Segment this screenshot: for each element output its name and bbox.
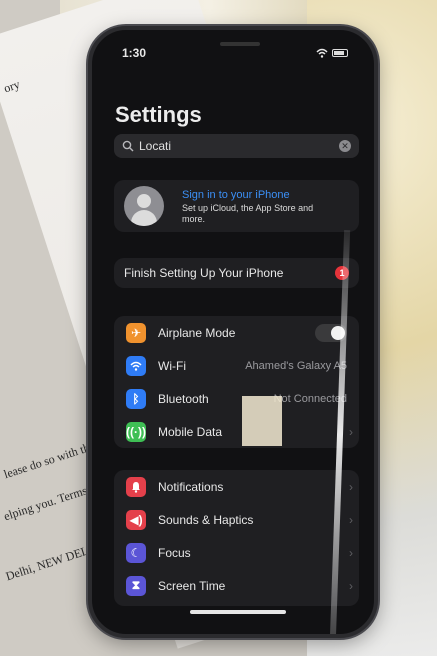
search-field[interactable]: Locati ✕: [114, 134, 359, 158]
page-title: Settings: [115, 102, 202, 127]
antenna-icon: ((·)): [126, 421, 146, 442]
avatar-body: [131, 210, 157, 226]
chevron-right-icon: ›: [349, 578, 353, 593]
light-reflection: [242, 396, 282, 446]
settings-row-wifi[interactable]: Wi-Fi Ahamed's Galaxy A5: [114, 349, 359, 382]
row-label: Bluetooth: [158, 391, 209, 406]
bluetooth-status-value: Not Connected: [273, 392, 347, 405]
sign-in-subtitle: Set up iCloud, the App Store and more.: [182, 203, 314, 224]
settings-row-sounds-haptics[interactable]: ◀) Sounds & Haptics ›: [114, 503, 359, 536]
row-label: Airplane Mode: [158, 325, 236, 340]
row-label: Screen Time: [158, 578, 226, 593]
sign-in-link[interactable]: Sign in to your iPhone: [182, 189, 290, 201]
finish-setup-label: Finish Setting Up Your iPhone: [124, 266, 284, 280]
settings-row-notifications[interactable]: Notifications ›: [114, 470, 359, 503]
wifi-icon: [126, 355, 146, 376]
status-time: 1:30: [122, 46, 147, 60]
bell-icon: [126, 476, 146, 497]
wifi-status-icon: [316, 48, 328, 58]
chevron-right-icon: ›: [349, 512, 353, 527]
connectivity-group: ✈ Airplane Mode Wi-Fi Ahamed's Galaxy A5…: [114, 316, 359, 448]
search-icon: [122, 140, 134, 152]
hourglass-icon: ⧗: [126, 575, 146, 596]
iphone: 1:30 Settings Locati ✕ Sign in to your i…: [88, 26, 378, 638]
row-label: Focus: [158, 545, 191, 560]
airplane-icon: ✈: [126, 322, 146, 343]
avatar-head: [137, 194, 151, 208]
finish-setup-row[interactable]: Finish Setting Up Your iPhone 1: [114, 258, 359, 288]
settings-row-airplane-mode[interactable]: ✈ Airplane Mode: [114, 316, 359, 349]
speaker-icon: ◀): [126, 509, 146, 530]
battery-icon: [332, 49, 348, 57]
phone-screen: 1:30 Settings Locati ✕ Sign in to your i…: [92, 30, 374, 634]
row-label: Sounds & Haptics: [158, 512, 254, 527]
status-icons: [316, 48, 348, 58]
chevron-right-icon: ›: [349, 424, 353, 439]
wifi-network-value: Ahamed's Galaxy A5: [245, 359, 347, 372]
clear-search-icon[interactable]: ✕: [339, 140, 351, 152]
settings-row-mobile-data[interactable]: ((·)) Mobile Data ›: [114, 415, 359, 448]
settings-row-bluetooth[interactable]: ᛒ Bluetooth Not Connected: [114, 382, 359, 415]
row-label: Mobile Data: [158, 424, 223, 439]
search-input[interactable]: Locati: [139, 139, 171, 153]
chevron-right-icon: ›: [349, 545, 353, 560]
row-label: Notifications: [158, 479, 224, 494]
account-sign-in-card[interactable]: Sign in to your iPhone Set up iCloud, th…: [114, 180, 359, 232]
home-indicator[interactable]: [190, 610, 286, 614]
moon-icon: ☾: [126, 542, 146, 563]
settings-row-screen-time[interactable]: ⧗ Screen Time ›: [114, 569, 359, 602]
row-label: Wi-Fi: [158, 358, 186, 373]
status-bar: 1:30: [92, 46, 374, 64]
bluetooth-icon: ᛒ: [126, 388, 146, 409]
notifications-group: Notifications › ◀) Sounds & Haptics › ☾ …: [114, 470, 359, 606]
chevron-right-icon: ›: [349, 479, 353, 494]
avatar: [124, 186, 164, 226]
settings-row-focus[interactable]: ☾ Focus ›: [114, 536, 359, 569]
